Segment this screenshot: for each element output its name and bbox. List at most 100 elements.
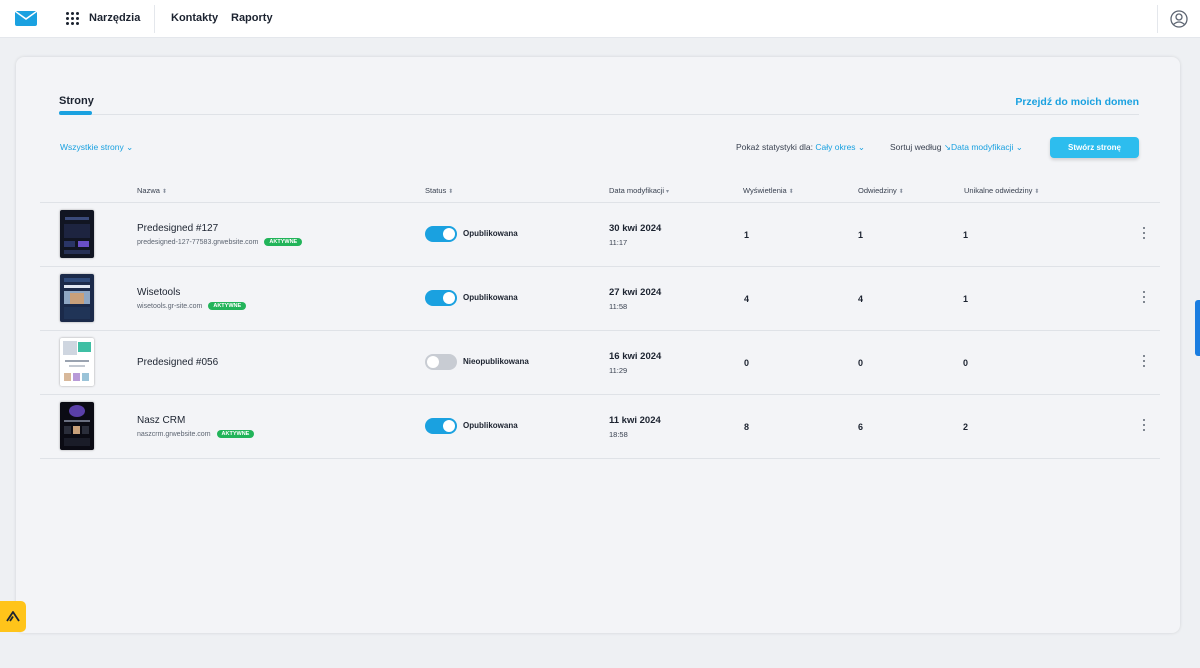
modified-time: 11:17 xyxy=(609,238,628,247)
page-domain-text: wisetools.gr-site.com xyxy=(137,302,203,310)
active-tab-indicator xyxy=(59,111,92,115)
nav-divider xyxy=(1157,5,1158,33)
modified-date: 30 kwi 2024 xyxy=(609,223,662,234)
more-options-icon[interactable] xyxy=(1140,288,1148,308)
views-count: 4 xyxy=(744,294,750,304)
sort-icon: ⬍ xyxy=(1034,189,1040,195)
column-header-views[interactable]: Wyświetlenia ⬍ xyxy=(743,186,794,195)
visits-count: 1 xyxy=(858,230,864,240)
toggle-knob xyxy=(443,292,455,304)
toggle-knob xyxy=(443,228,455,240)
column-header-status[interactable]: Status ⬍ xyxy=(425,186,453,195)
unique-visits-count: 0 xyxy=(963,358,969,368)
publish-toggle[interactable] xyxy=(425,354,457,370)
feedback-side-tab[interactable] xyxy=(1195,300,1200,356)
status-badge: AKTYWNE xyxy=(264,238,303,246)
sort-direction-icon[interactable]: ↘ xyxy=(944,142,951,152)
column-header-label: Data modyfikacji xyxy=(609,186,665,195)
page-domain-text: naszcrm.grwebsite.com xyxy=(137,430,211,438)
table-row[interactable]: Predesigned #056 Nieopublikowana 16 kwi … xyxy=(40,331,1160,395)
more-options-icon[interactable] xyxy=(1140,416,1148,436)
assistant-logo-icon xyxy=(6,611,20,622)
publish-toggle[interactable] xyxy=(425,226,457,242)
publish-toggle[interactable] xyxy=(425,418,457,434)
page-name[interactable]: Nasz CRM xyxy=(137,415,185,426)
top-bar: Narzędzia Kontakty Raporty xyxy=(0,0,1200,38)
column-header-label: Wyświetlenia xyxy=(743,186,787,195)
status-badge: AKTYWNE xyxy=(216,430,255,438)
modified-date: 11 kwi 2024 xyxy=(609,415,661,426)
unique-visits-count: 1 xyxy=(963,230,969,240)
column-header-label: Unikalne odwiedziny xyxy=(964,186,1033,195)
modified-date: 16 kwi 2024 xyxy=(609,351,662,362)
unique-visits-count: 1 xyxy=(963,294,969,304)
publish-status: Opublikowana xyxy=(463,229,518,238)
toggle-knob xyxy=(427,356,439,368)
page-name[interactable]: Wisetools xyxy=(137,287,180,298)
user-account-icon[interactable] xyxy=(1170,10,1188,28)
table-row[interactable]: Nasz CRM naszcrm.grwebsite.com AKTYWNE Op… xyxy=(40,395,1160,459)
column-header-label: Odwiedziny xyxy=(858,186,897,195)
modified-time: 18:58 xyxy=(609,430,628,439)
sort-selector: Sortuj według ↘Data modyfikacji ⌄ xyxy=(890,142,1023,153)
page-domain[interactable]: wisetools.gr-site.com AKTYWNE xyxy=(137,302,247,310)
page-domain[interactable]: predesigned-127-77583.grwebsite.com AKTYW… xyxy=(137,238,303,246)
modified-time: 11:29 xyxy=(609,366,628,375)
modified-time: 11:58 xyxy=(609,302,628,311)
column-header-unique[interactable]: Unikalne odwiedziny ⬍ xyxy=(964,186,1039,195)
modified-date: 27 kwi 2024 xyxy=(609,287,662,298)
page-domain-text: predesigned-127-77583.grwebsite.com xyxy=(137,238,259,246)
column-header-label: Status xyxy=(425,186,447,195)
publish-status: Nieopublikowana xyxy=(463,357,529,366)
sort-icon: ⬍ xyxy=(788,189,794,195)
tools-menu[interactable]: Narzędzia xyxy=(89,12,140,24)
sort-icon: ⬍ xyxy=(898,189,904,195)
chevron-down-icon[interactable]: ⌄ xyxy=(858,142,865,152)
chevron-down-icon[interactable]: ⌄ xyxy=(1016,142,1023,152)
page-thumbnail[interactable] xyxy=(60,274,94,322)
unique-visits-count: 2 xyxy=(963,422,969,432)
page-thumbnail[interactable] xyxy=(60,210,94,258)
table-row[interactable]: Wisetools wisetools.gr-site.com AKTYWNE O… xyxy=(40,267,1160,331)
column-header-name[interactable]: Nazwa ⬍ xyxy=(137,186,167,195)
sort-value[interactable]: Data modyfikacji xyxy=(951,142,1013,152)
page-thumbnail[interactable] xyxy=(60,338,94,386)
pages-filter-label: Wszystkie strony xyxy=(60,142,124,152)
publish-status: Opublikowana xyxy=(463,421,518,430)
page-thumbnail[interactable] xyxy=(60,402,94,450)
apps-grid-icon[interactable] xyxy=(66,12,80,26)
table-row[interactable]: Predesigned #127 predesigned-127-77583.g… xyxy=(40,203,1160,267)
nav-contacts[interactable]: Kontakty xyxy=(171,12,218,24)
visits-count: 4 xyxy=(858,294,864,304)
sort-icon: ⬍ xyxy=(448,189,454,195)
toggle-knob xyxy=(443,420,455,432)
publish-status: Opublikowana xyxy=(463,293,518,302)
assistant-widget-button[interactable] xyxy=(0,601,26,632)
sort-label: Sortuj według xyxy=(890,142,942,152)
nav-divider xyxy=(154,5,155,33)
more-options-icon[interactable] xyxy=(1140,224,1148,244)
column-header-label: Nazwa xyxy=(137,186,160,195)
stats-period-selector: Pokaż statystyki dla: Cały okres ⌄ xyxy=(736,142,865,153)
more-options-icon[interactable] xyxy=(1140,352,1148,372)
pages-card: Strony Przejdź do moich domen Wszystkie … xyxy=(16,57,1180,633)
pages-filter-dropdown[interactable]: Wszystkie strony ⌄ xyxy=(60,142,133,153)
column-header-visits[interactable]: Odwiedziny ⬍ xyxy=(858,186,904,195)
nav-reports[interactable]: Raporty xyxy=(231,12,273,24)
page-name[interactable]: Predesigned #056 xyxy=(137,357,218,368)
create-page-button[interactable]: Stwórz stronę xyxy=(1050,137,1139,158)
tab-pages[interactable]: Strony xyxy=(59,95,94,107)
publish-toggle[interactable] xyxy=(425,290,457,306)
mail-logo-icon[interactable] xyxy=(15,11,37,26)
my-domains-link[interactable]: Przejdź do moich domen xyxy=(1015,96,1139,108)
views-count: 8 xyxy=(744,422,750,432)
stats-period-label: Pokaż statystyki dla: xyxy=(736,142,814,152)
visits-count: 6 xyxy=(858,422,864,432)
column-header-modified[interactable]: Data modyfikacji ▾ xyxy=(609,186,669,195)
page-domain[interactable]: naszcrm.grwebsite.com AKTYWNE xyxy=(137,430,255,438)
tab-divider xyxy=(59,114,1139,115)
stats-period-value[interactable]: Cały okres xyxy=(815,142,855,152)
page-name[interactable]: Predesigned #127 xyxy=(137,223,218,234)
sort-desc-icon: ▾ xyxy=(666,189,670,195)
views-count: 1 xyxy=(744,230,750,240)
